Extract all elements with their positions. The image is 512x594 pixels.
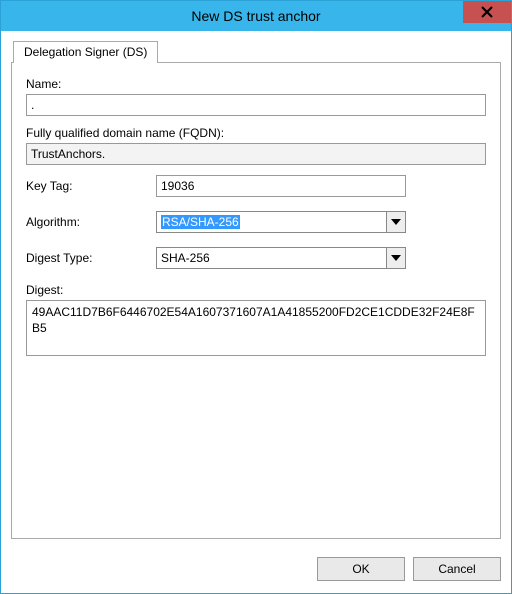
- key-tag-row: Key Tag:: [26, 175, 486, 197]
- titlebar: New DS trust anchor: [1, 1, 511, 31]
- algorithm-combo[interactable]: RSA/SHA-256: [156, 211, 406, 233]
- tab-label: Delegation Signer (DS): [24, 45, 147, 59]
- algorithm-value: RSA/SHA-256: [161, 215, 240, 229]
- tab-delegation-signer[interactable]: Delegation Signer (DS): [13, 41, 158, 63]
- fqdn-field: [26, 143, 486, 165]
- digest-type-value: SHA-256: [161, 251, 210, 265]
- close-button[interactable]: [463, 1, 511, 23]
- digest-type-label: Digest Type:: [26, 251, 156, 265]
- cancel-button[interactable]: Cancel: [413, 557, 501, 581]
- digest-label: Digest:: [26, 283, 486, 297]
- digest-field[interactable]: [26, 300, 486, 356]
- dialog-window: New DS trust anchor Delegation Signer (D…: [0, 0, 512, 594]
- name-label: Name:: [26, 77, 486, 91]
- fqdn-label: Fully qualified domain name (FQDN):: [26, 126, 486, 140]
- chevron-down-icon: [391, 219, 401, 225]
- button-row: OK Cancel: [1, 549, 511, 593]
- digest-block: Digest:: [26, 283, 486, 359]
- algorithm-label: Algorithm:: [26, 215, 156, 229]
- name-field[interactable]: [26, 94, 486, 116]
- window-title: New DS trust anchor: [1, 8, 511, 24]
- algorithm-row: Algorithm: RSA/SHA-256: [26, 211, 486, 233]
- ok-button[interactable]: OK: [317, 557, 405, 581]
- chevron-down-icon: [391, 255, 401, 261]
- tab-page: Name: Fully qualified domain name (FQDN)…: [11, 62, 501, 539]
- digest-type-field[interactable]: SHA-256: [156, 247, 386, 269]
- digest-type-row: Digest Type: SHA-256: [26, 247, 486, 269]
- algorithm-field[interactable]: RSA/SHA-256: [156, 211, 386, 233]
- algorithm-dropdown-button[interactable]: [386, 211, 406, 233]
- digest-type-dropdown-button[interactable]: [386, 247, 406, 269]
- close-icon: [481, 6, 493, 18]
- tab-header: Delegation Signer (DS): [11, 41, 501, 63]
- digest-type-combo[interactable]: SHA-256: [156, 247, 406, 269]
- key-tag-field[interactable]: [156, 175, 406, 197]
- fqdn-block: Fully qualified domain name (FQDN):: [26, 126, 486, 165]
- client-area: Delegation Signer (DS) Name: Fully quali…: [1, 31, 511, 549]
- key-tag-label: Key Tag:: [26, 179, 156, 193]
- name-block: Name:: [26, 77, 486, 116]
